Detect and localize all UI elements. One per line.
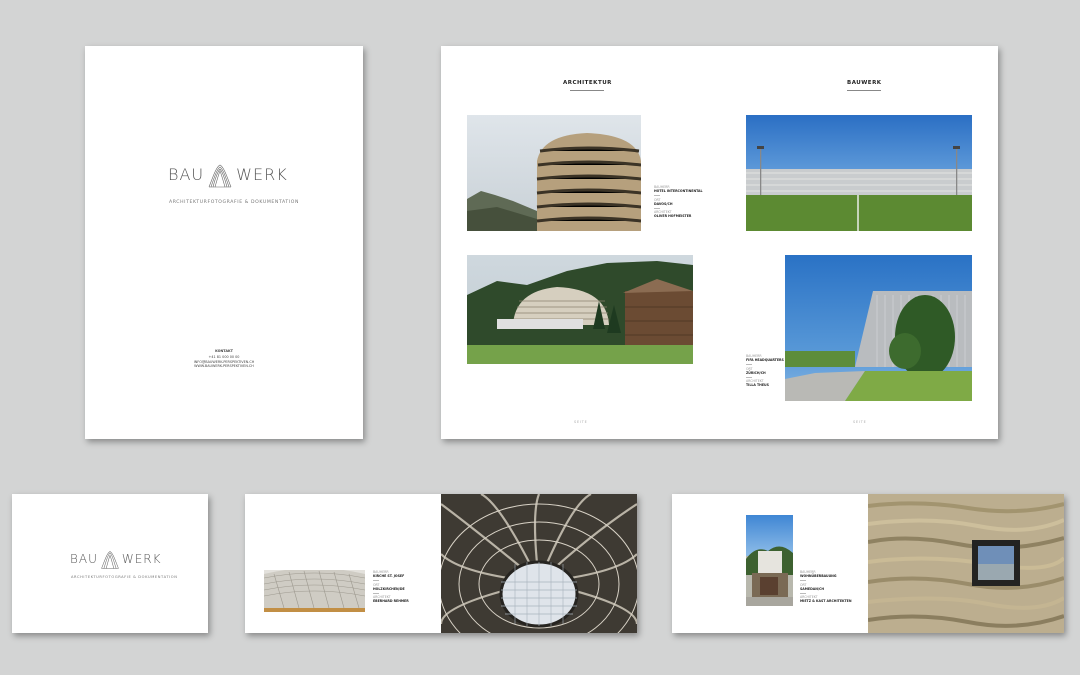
photo-church-interior-small bbox=[264, 570, 365, 612]
logo-wave-icon bbox=[208, 164, 232, 188]
caption-value-architekt: OLIVER HOFMEISTER bbox=[654, 214, 692, 219]
contact-block: KONTAKT +41 81 000 00 00 INFO@BAUWERK-PE… bbox=[85, 349, 363, 368]
page-number-right: SEITE bbox=[853, 420, 867, 424]
logo-text-right: WERK bbox=[236, 164, 288, 184]
section-title-architektur: ARCHITEKTUR bbox=[563, 80, 612, 91]
caption-samedan: BAUHERR WOHNÜBERBAUUNG ORT SAMEDAN/CH AR… bbox=[800, 570, 852, 605]
section-title-bauwerk: BAUWERK bbox=[847, 80, 882, 91]
caption-fifa: BAUHERR FIFA HEADQUARTERS ORT ZÜRICH/CH … bbox=[746, 354, 784, 389]
caption-value-architekt: MIETZ & KAST ARCHITEKTEN bbox=[800, 599, 852, 604]
caption-divider bbox=[373, 592, 379, 594]
contact-website: WWW.BAUWERK-PERSPEKTIVEN.CH bbox=[194, 363, 254, 368]
caption-value-bauherr: WOHNÜBERBAUUNG bbox=[800, 574, 837, 578]
photo-stadium bbox=[746, 115, 972, 231]
folded-card-rammed-earth: BAUHERR WOHNÜBERBAUUNG ORT SAMEDAN/CH AR… bbox=[672, 494, 1064, 633]
caption-divider bbox=[654, 207, 660, 209]
caption-value-bauherr: FIFA HEADQUARTERS bbox=[746, 358, 784, 362]
logo: BAU WERK bbox=[168, 163, 288, 188]
caption-divider bbox=[373, 580, 379, 581]
caption-value-ort: SAMEDAN/CH bbox=[800, 586, 825, 591]
photo-house-small bbox=[746, 515, 793, 606]
contact-heading: KONTAKT bbox=[215, 349, 233, 353]
caption-hotel: BAUHERR HOTEL INTERCONTINENTAL ORT DAVOS… bbox=[654, 185, 703, 220]
photo-rammed-earth-wall bbox=[868, 494, 1064, 633]
photo-alpine-village bbox=[467, 255, 693, 364]
logo-subtitle: ARCHITEKTURFOTOGRAFIE & DOKUMENTATION bbox=[169, 200, 299, 205]
logo: BAU WERK bbox=[70, 550, 162, 569]
caption-church: BAUHERR KIRCHE ST. JOSEF ORT HOLZKIRCHEN… bbox=[373, 570, 409, 605]
caption-value-ort: DAVOS/CH bbox=[654, 201, 673, 206]
logo-wave-icon bbox=[101, 551, 119, 569]
caption-value-bauherr: KIRCHE ST. JOSEF bbox=[373, 574, 405, 578]
caption-value-architekt: TILLA THEUS bbox=[746, 383, 769, 388]
logo-text-left: BAU bbox=[70, 551, 98, 566]
caption-value-ort: ZÜRICH/CH bbox=[746, 370, 766, 375]
photo-hotel-facade bbox=[467, 115, 641, 231]
brochure-spread: ARCHITEKTUR BAUWERK BAUHERR HOTEL INTERC… bbox=[441, 46, 998, 439]
page-number-left: SEITE bbox=[574, 420, 588, 424]
brochure-cover-page: BAU WERK ARCHITEKTURFOTOGRAFIE & DOKUMEN… bbox=[85, 46, 363, 439]
folded-card-church: BAUHERR KIRCHE ST. JOSEF ORT HOLZKIRCHEN… bbox=[245, 494, 637, 633]
caption-divider bbox=[746, 364, 752, 365]
caption-value-bauherr: HOTEL INTERCONTINENTAL bbox=[654, 189, 703, 193]
caption-divider bbox=[654, 195, 660, 196]
photo-modern-building bbox=[785, 255, 972, 401]
logo-subtitle: ARCHITEKTURFOTOGRAFIE & DOKUMENTATION bbox=[71, 575, 178, 579]
caption-value-ort: HOLZKIRCHEN/DE bbox=[373, 586, 405, 591]
business-card: BAU WERK ARCHITEKTURFOTOGRAFIE & DOKUMEN… bbox=[12, 494, 208, 633]
logo-text-left: BAU bbox=[168, 164, 205, 184]
photo-church-ceiling bbox=[441, 494, 637, 633]
caption-divider bbox=[746, 376, 752, 378]
logo-text-right: WERK bbox=[121, 551, 162, 566]
caption-value-architekt: EBERHARD REHMER bbox=[373, 599, 409, 604]
caption-divider bbox=[800, 592, 806, 594]
caption-divider bbox=[800, 580, 806, 581]
